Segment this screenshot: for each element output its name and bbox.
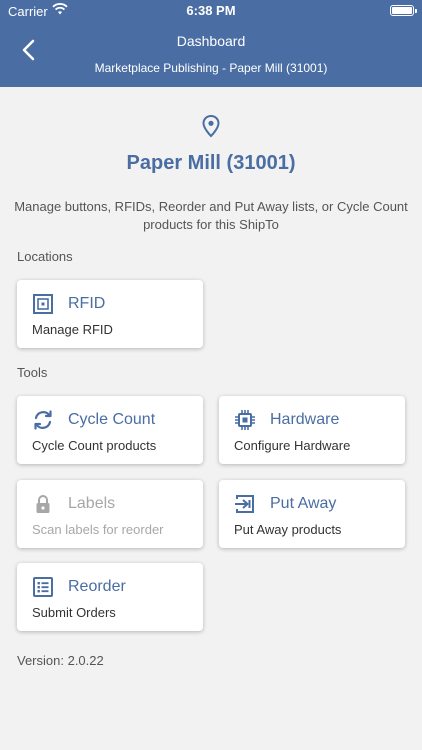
chip-icon [234,409,256,431]
hardware-title: Hardware [270,411,340,428]
version-label: Version: 2.0.22 [17,653,104,668]
refresh-icon [32,409,54,431]
labels-card: Labels Scan labels for reorder [17,480,203,548]
rfid-subtitle: Manage RFID [32,322,113,337]
reorder-title: Reorder [68,578,126,595]
section-label-locations: Locations [17,249,73,264]
battery-icon [390,5,414,16]
page-description: Manage buttons, RFIDs, Reorder and Put A… [14,199,408,232]
put-away-card[interactable]: Put Away Put Away products [219,480,405,548]
put-away-icon [234,493,256,515]
cycle-count-card[interactable]: Cycle Count Cycle Count products [17,396,203,464]
rfid-card[interactable]: RFID Manage RFID [17,280,203,348]
hardware-card[interactable]: Hardware Configure Hardware [219,396,405,464]
list-icon [32,576,54,598]
cycle-count-subtitle: Cycle Count products [32,438,157,453]
section-label-tools: Tools [17,365,48,380]
reorder-subtitle: Submit Orders [32,605,116,620]
rfid-title: RFID [68,295,106,312]
rfid-icon [32,293,54,315]
nav-title: Dashboard [176,33,246,49]
status-bar: Carrier 6:38 PM [0,0,422,22]
location-pin-icon [200,114,222,138]
lock-icon [32,493,54,515]
reorder-card[interactable]: Reorder Submit Orders [17,563,203,631]
page-title: Paper Mill (31001) [126,152,296,174]
battery-tip [415,9,417,13]
put-away-title: Put Away [270,495,337,512]
nav-header: Carrier 6:38 PM Dashboard Marketplace Pu… [0,0,422,87]
cycle-count-title: Cycle Count [68,411,156,428]
hardware-subtitle: Configure Hardware [234,438,351,453]
nav-subtitle: Marketplace Publishing - Paper Mill (310… [94,61,328,75]
labels-subtitle: Scan labels for reorder [32,522,164,537]
clock: 6:38 PM [186,3,236,18]
put-away-subtitle: Put Away products [234,522,342,537]
labels-title: Labels [68,495,116,512]
